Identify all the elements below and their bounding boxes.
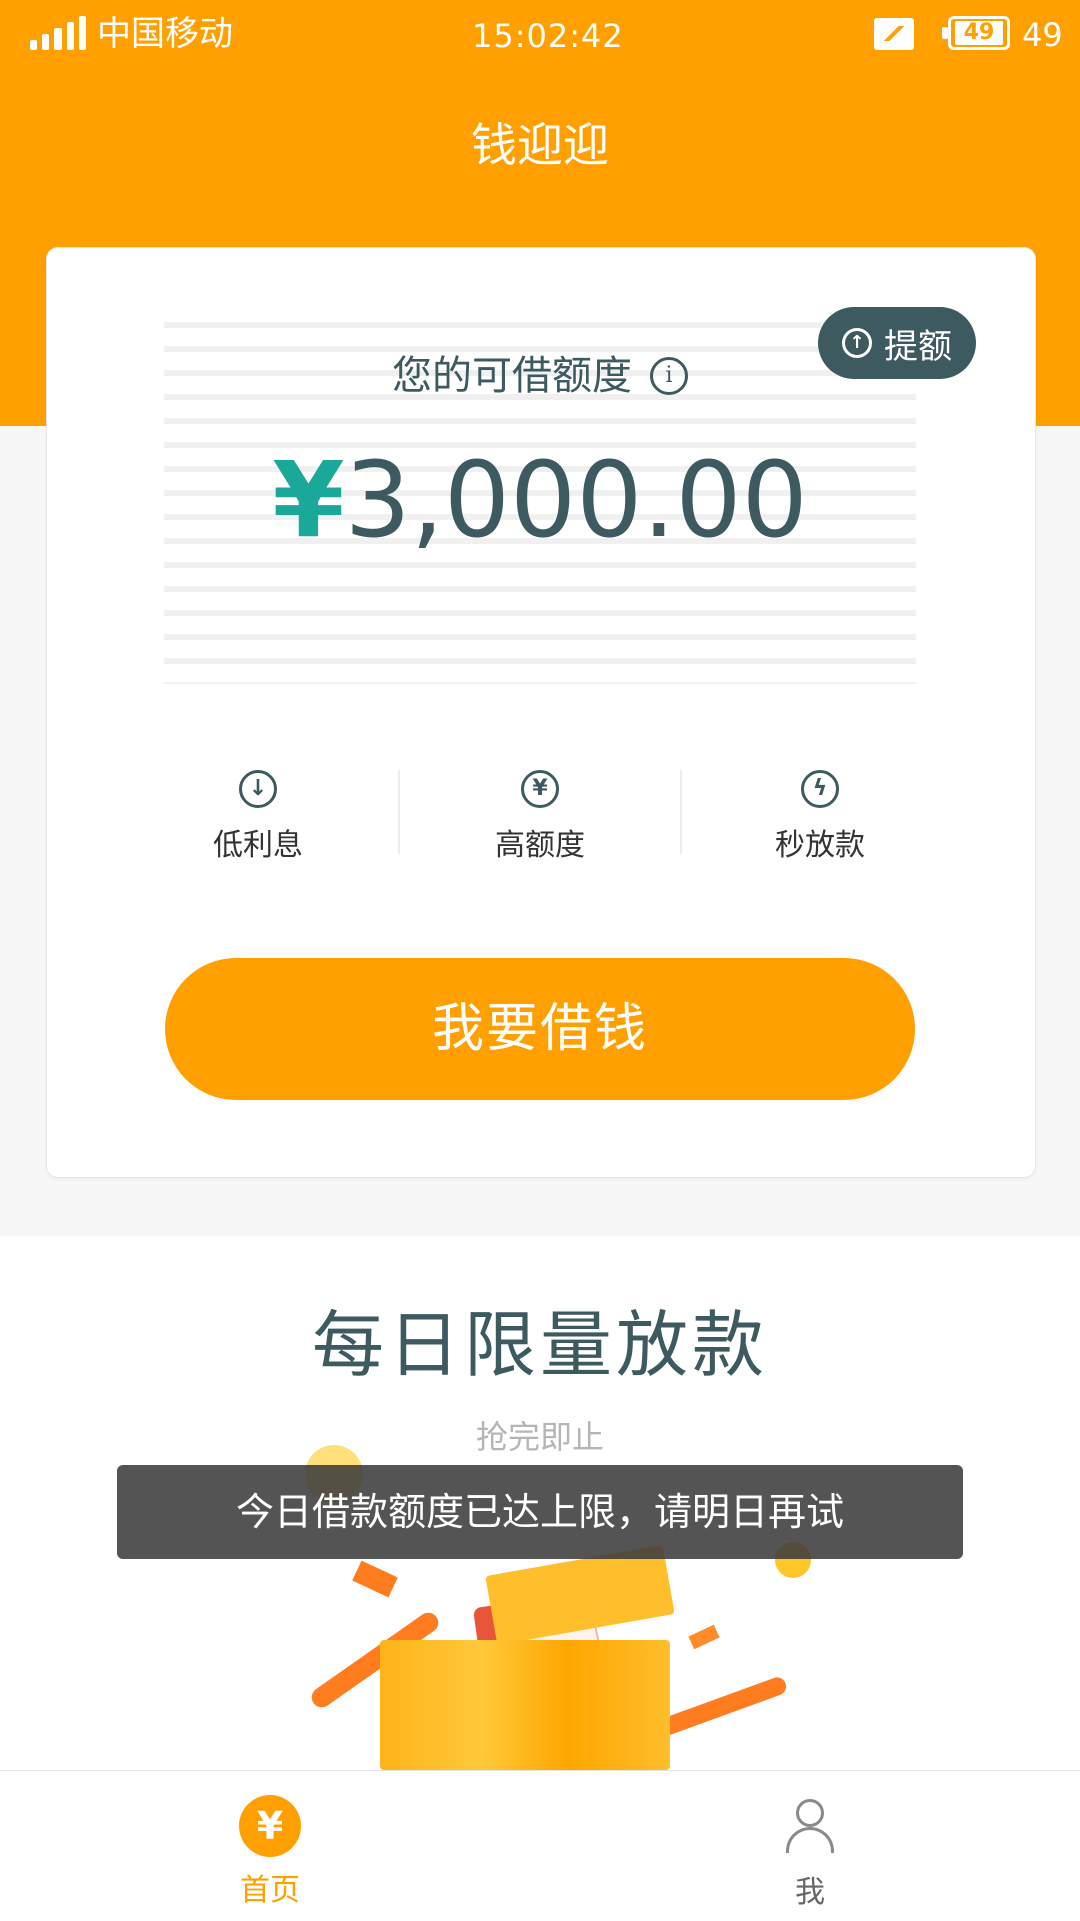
image-notification-icon	[874, 18, 914, 50]
promo-subtitle: 抢完即止	[475, 1418, 604, 1456]
borrow-button[interactable]: 我要借钱	[165, 958, 915, 1100]
app-title: 钱迎迎	[471, 118, 609, 172]
feature-label: 高额度	[495, 828, 585, 863]
battery-percentage: 49	[1022, 16, 1063, 54]
gift-box-illustration	[380, 1640, 670, 1770]
nav-label: 首页	[240, 1873, 300, 1908]
credit-amount: ¥3,000.00	[0, 440, 1080, 560]
feature-label: 低利息	[213, 828, 303, 863]
signal-icon	[30, 16, 87, 50]
yen-circle-icon: ¥	[239, 1795, 301, 1857]
info-icon[interactable]: i	[650, 357, 688, 395]
promo-title: 每日限量放款	[311, 1303, 768, 1387]
feature-divider	[398, 770, 400, 854]
feature-fast-loan: ϟ 秒放款	[740, 770, 900, 864]
currency-symbol: ¥	[272, 439, 345, 561]
nav-item-home[interactable]: ¥ 首页	[210, 1795, 330, 1909]
nav-item-me[interactable]: 我	[750, 1797, 870, 1911]
carrier-name: 中国移动	[97, 14, 233, 54]
nav-label: 我	[795, 1875, 825, 1910]
amount-value: 3,000.00	[344, 439, 808, 561]
limit-label-row: 您的可借额度 i	[0, 348, 1080, 404]
toast-message: 今日借款额度已达上限，请明日再试	[117, 1465, 963, 1559]
arrow-down-circle-icon: ↓	[239, 770, 277, 808]
battery-level: 49	[955, 21, 1003, 45]
feature-high-limit: ¥ 高额度	[460, 770, 620, 864]
status-time: 15:02:42	[472, 17, 624, 55]
limit-label: 您的可借额度	[392, 353, 632, 399]
bottom-navigation	[0, 1770, 1080, 1921]
battery-icon: 49	[942, 16, 1010, 50]
feature-divider	[680, 770, 682, 854]
lightning-circle-icon: ϟ	[801, 770, 839, 808]
status-bar: 中国移动 15:02:42 49 49	[0, 0, 1080, 70]
feature-label: 秒放款	[775, 828, 865, 863]
yen-circle-icon: ¥	[521, 770, 559, 808]
user-icon	[782, 1797, 838, 1859]
feature-low-interest: ↓ 低利息	[178, 770, 338, 864]
